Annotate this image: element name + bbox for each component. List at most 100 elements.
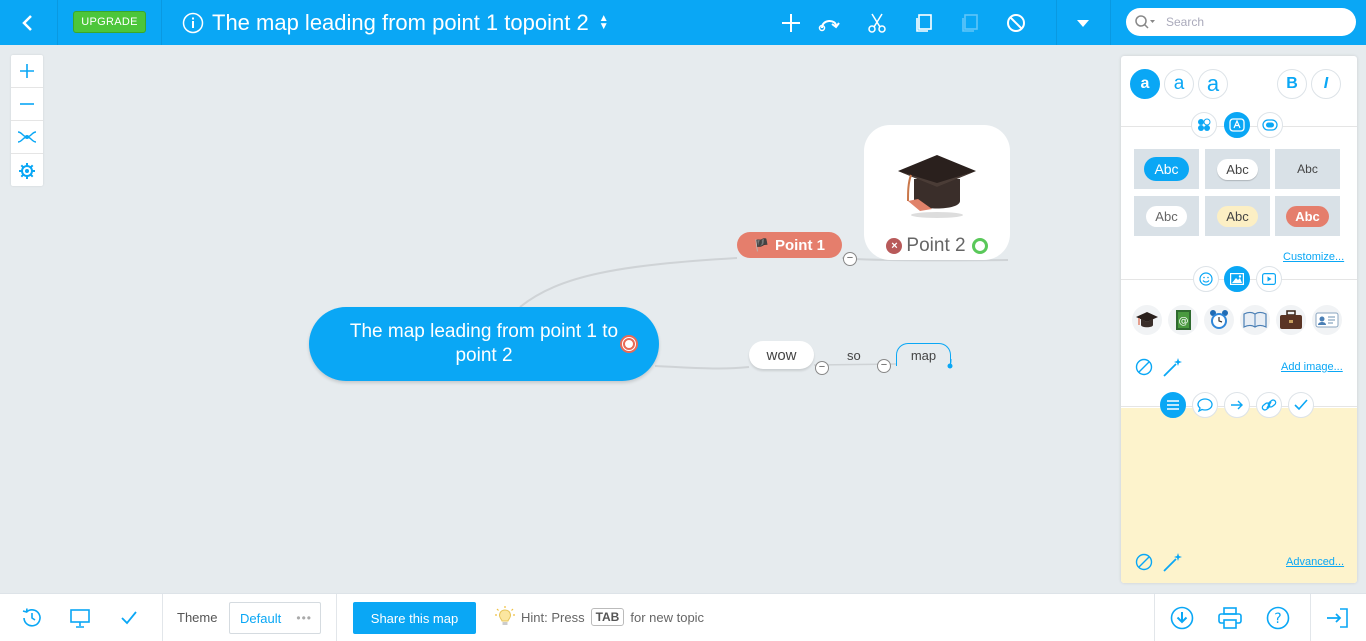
search-icon[interactable] xyxy=(1134,14,1156,30)
divider xyxy=(162,594,163,641)
checkmark-icon xyxy=(1294,399,1308,411)
search-input[interactable] xyxy=(1166,15,1336,29)
notes-tab[interactable] xyxy=(1160,392,1186,418)
paste-icon xyxy=(962,13,978,32)
title-sort-icon[interactable]: ▲ ▼ xyxy=(599,13,609,31)
id-card-image[interactable] xyxy=(1312,305,1342,335)
text-style-tab[interactable] xyxy=(1224,112,1250,138)
hint-prefix: Hint: Press xyxy=(521,609,585,625)
progress-ring-icon[interactable] xyxy=(971,238,988,254)
font-size-small-button[interactable]: a xyxy=(1130,69,1160,99)
briefcase-image[interactable] xyxy=(1276,305,1306,335)
magic-image-button[interactable] xyxy=(1162,356,1184,383)
graduation-cap-icon xyxy=(898,155,976,218)
presentation-icon xyxy=(70,609,90,628)
map-title[interactable]: The map leading from point 1 topoint 2 ▲… xyxy=(182,0,609,45)
copy-icon xyxy=(916,13,932,32)
alarm-clock-icon xyxy=(1210,310,1228,329)
logout-button[interactable] xyxy=(1321,594,1353,641)
advanced-link[interactable]: Advanced... xyxy=(1286,556,1344,568)
theme-select[interactable]: Default ••• xyxy=(229,602,321,634)
paste-button[interactable] xyxy=(955,0,985,45)
hint-key: TAB xyxy=(590,608,625,626)
format-panel: a a a B I Abc Abc Abc Abc Abc Abc Custom… xyxy=(1121,56,1357,583)
style-preset-5[interactable]: Abc xyxy=(1205,196,1270,236)
link-icon xyxy=(1261,399,1277,411)
video-tab[interactable] xyxy=(1256,266,1282,292)
clear-notes-button[interactable] xyxy=(1135,553,1153,576)
shape-style-tab[interactable] xyxy=(1191,112,1217,138)
style-preset-2[interactable]: Abc xyxy=(1205,149,1270,189)
emoji-tab[interactable] xyxy=(1193,266,1219,292)
style-preset-4[interactable]: Abc xyxy=(1134,196,1199,236)
video-icon xyxy=(1262,273,1276,285)
font-size-large-button[interactable]: a xyxy=(1198,69,1228,99)
magic-notes-button[interactable] xyxy=(1162,551,1184,578)
hint-suffix: for new topic xyxy=(630,609,705,625)
cut-button[interactable] xyxy=(862,0,892,45)
topic-point-1[interactable]: 🏴 Point 1 xyxy=(737,232,842,258)
book-image[interactable] xyxy=(1240,305,1270,335)
style-preset-label: Abc xyxy=(1297,162,1318,176)
bold-button[interactable]: B xyxy=(1277,69,1307,99)
graduation-cap-image[interactable] xyxy=(1132,305,1162,335)
task-button[interactable] xyxy=(113,594,145,641)
topic-point-2-text: Point 2 xyxy=(906,235,966,256)
links-tab[interactable] xyxy=(1256,392,1282,418)
collapse-toggle[interactable]: − xyxy=(877,359,891,373)
block-icon xyxy=(1135,553,1153,571)
help-button[interactable]: ? xyxy=(1262,594,1294,641)
copy-button[interactable] xyxy=(909,0,939,45)
cancel-icon[interactable]: × xyxy=(886,238,903,254)
topic-point-2[interactable]: × Point 2 xyxy=(864,125,1010,260)
download-button[interactable] xyxy=(1166,594,1198,641)
relations-tab[interactable] xyxy=(1224,392,1250,418)
comments-tab[interactable] xyxy=(1192,392,1218,418)
back-button[interactable] xyxy=(0,0,56,45)
alarm-clock-image[interactable] xyxy=(1204,305,1234,335)
map-title-text[interactable]: The map leading from point 1 topoint 2 xyxy=(212,10,589,36)
hint: Hint: Press TAB for new topic xyxy=(495,606,704,628)
customize-link[interactable]: Customize... xyxy=(1283,251,1344,263)
add-image-link[interactable]: Add image... xyxy=(1281,361,1343,373)
topic-wow-text: wow xyxy=(766,346,797,364)
image-tab[interactable] xyxy=(1224,266,1250,292)
svg-text:?: ? xyxy=(1274,611,1281,627)
connect-button[interactable] xyxy=(814,0,844,45)
smiley-icon xyxy=(1199,272,1213,286)
more-dots-icon[interactable]: ••• xyxy=(296,611,312,625)
cut-icon xyxy=(868,13,886,33)
topic-wow[interactable]: wow xyxy=(749,341,814,369)
style-preset-label: Abc xyxy=(1217,205,1258,227)
style-preset-6[interactable]: Abc xyxy=(1275,196,1340,236)
relationship-label[interactable]: so xyxy=(847,348,861,363)
book-icon xyxy=(1243,311,1267,328)
collapse-toggle[interactable]: − xyxy=(843,252,857,266)
central-topic[interactable]: The map leading from point 1 to point 2 xyxy=(309,307,659,381)
style-preset-3[interactable]: Abc xyxy=(1275,149,1340,189)
divider xyxy=(57,0,58,45)
divider xyxy=(1110,0,1111,45)
target-icon[interactable] xyxy=(620,335,638,353)
info-icon[interactable] xyxy=(182,12,204,34)
tasks-tab[interactable] xyxy=(1288,392,1314,418)
clear-image-button[interactable] xyxy=(1135,358,1153,381)
add-topic-button[interactable] xyxy=(776,0,806,45)
border-style-tab[interactable] xyxy=(1257,112,1283,138)
divider xyxy=(161,0,162,45)
delete-button[interactable] xyxy=(1001,0,1031,45)
collapse-toggle[interactable]: − xyxy=(815,361,829,375)
mind-map-canvas[interactable]: The map leading from point 1 to point 2 … xyxy=(0,45,1120,591)
topic-map[interactable]: map xyxy=(896,343,951,366)
presentation-button[interactable] xyxy=(64,594,96,641)
font-size-medium-button[interactable]: a xyxy=(1164,69,1194,99)
style-preset-1[interactable]: Abc xyxy=(1134,149,1199,189)
more-menu-button[interactable] xyxy=(1066,0,1100,45)
share-map-button[interactable]: Share this map xyxy=(353,602,476,634)
upgrade-button[interactable]: UPGRADE xyxy=(73,11,146,33)
history-button[interactable] xyxy=(16,594,48,641)
search-box[interactable] xyxy=(1126,8,1356,36)
italic-button[interactable]: I xyxy=(1311,69,1341,99)
notebook-image[interactable]: @ xyxy=(1168,305,1198,335)
print-button[interactable] xyxy=(1214,594,1246,641)
